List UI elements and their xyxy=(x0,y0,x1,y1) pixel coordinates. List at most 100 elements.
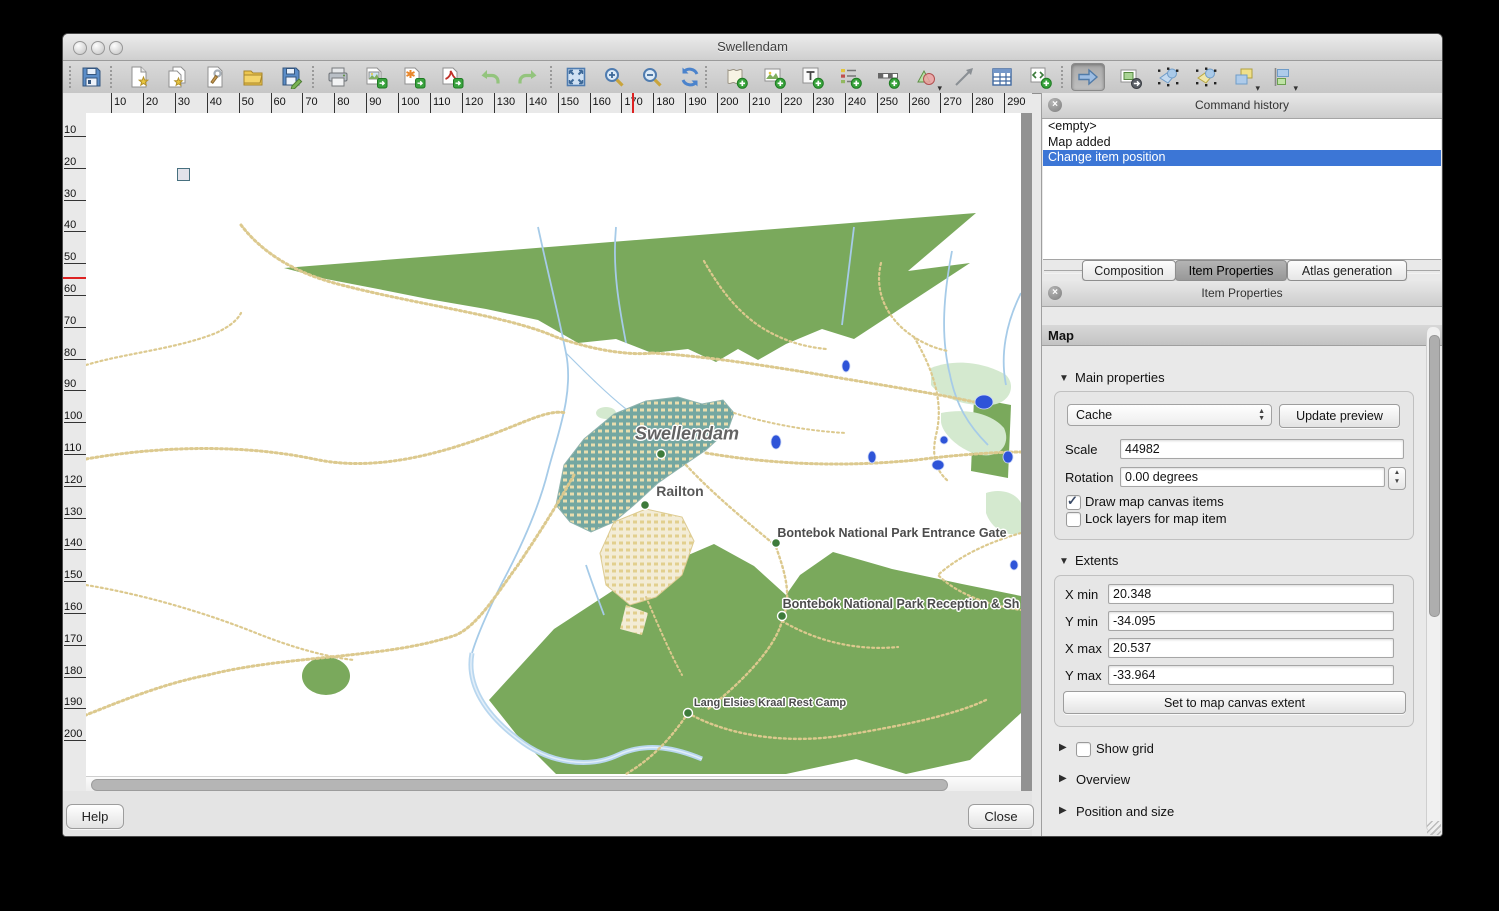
add-legend-button[interactable] xyxy=(835,63,865,91)
extent-y-min-input[interactable] xyxy=(1108,611,1394,631)
refresh-view-button[interactable] xyxy=(675,63,705,91)
zoom-in-button[interactable] xyxy=(599,63,629,91)
ruler-tick xyxy=(64,327,86,328)
overview-disclosure[interactable]: ▶ xyxy=(1059,773,1067,784)
command-history-list[interactable]: <empty>Map addedChange item position xyxy=(1043,119,1441,260)
ruler-tick xyxy=(749,93,750,113)
ruler-tick xyxy=(813,93,814,113)
update-preview-button[interactable]: Update preview xyxy=(1279,404,1400,428)
add-basic-shape-button[interactable]: ▾ xyxy=(911,63,941,91)
add-label-button[interactable] xyxy=(797,63,827,91)
tab-item-properties[interactable]: Item Properties xyxy=(1175,260,1287,281)
ruler-tick-label: 260 xyxy=(912,96,930,108)
rotation-label: Rotation xyxy=(1065,470,1113,485)
ruler-tick-label: 170 xyxy=(624,96,642,108)
canvas-horizontal-scrollbar-thumb[interactable] xyxy=(91,779,948,791)
export-svg-button[interactable] xyxy=(399,63,429,91)
ruler-tick-label: 150 xyxy=(64,569,85,581)
add-html-frame-button[interactable] xyxy=(1025,63,1055,91)
ruler-tick xyxy=(302,93,303,113)
set-to-map-canvas-extent-button[interactable]: Set to map canvas extent xyxy=(1063,691,1406,714)
show-grid-disclosure[interactable]: ▶ xyxy=(1059,742,1067,753)
help-button[interactable]: Help xyxy=(66,804,124,829)
ruler-tick xyxy=(653,93,654,113)
ruler-tick-label: 190 xyxy=(688,96,706,108)
command-history-item[interactable]: Map added xyxy=(1043,135,1441,151)
tab-atlas-generation[interactable]: Atlas generation xyxy=(1287,260,1407,281)
ruler-tick xyxy=(64,231,86,232)
show-grid-checkbox[interactable] xyxy=(1076,742,1091,757)
composition-manager-button[interactable] xyxy=(200,63,230,91)
rotation-input[interactable] xyxy=(1120,467,1385,487)
paper[interactable]: SwellendamRailtonBontebok National Park … xyxy=(86,113,1021,776)
raise-selected-items-button[interactable]: ▾ xyxy=(1229,63,1259,91)
add-image-button[interactable] xyxy=(759,63,789,91)
zoom-full-button[interactable] xyxy=(561,63,591,91)
panel-scrollbar-thumb[interactable] xyxy=(1429,335,1440,617)
composition-canvas[interactable]: SwellendamRailtonBontebok National Park … xyxy=(86,113,1032,791)
save-button[interactable] xyxy=(76,63,106,91)
close-button[interactable]: Close xyxy=(968,804,1034,829)
extent-y-max-input[interactable] xyxy=(1108,665,1394,685)
extent-x-min-input[interactable] xyxy=(1108,584,1394,604)
align-selected-items-button[interactable]: ▾ xyxy=(1267,63,1297,91)
main-properties-disclosure[interactable]: ▼ xyxy=(1059,373,1069,384)
extent-x-max-input[interactable] xyxy=(1108,638,1394,658)
add-attribute-table-button[interactable] xyxy=(987,63,1017,91)
add-scalebar-button[interactable] xyxy=(873,63,903,91)
print-button[interactable] xyxy=(323,63,353,91)
tab-composition[interactable]: Composition xyxy=(1082,260,1176,281)
export-image-button[interactable] xyxy=(361,63,391,91)
resize-grip-icon[interactable] xyxy=(1427,821,1441,835)
canvas-horizontal-scrollbar[interactable] xyxy=(86,776,1021,792)
dialog-footer: Help Close xyxy=(63,791,1032,836)
new-composition-button[interactable] xyxy=(124,63,154,91)
composer-label-item[interactable] xyxy=(177,168,190,181)
ruler-tick xyxy=(64,613,86,614)
map-place-label: Railton xyxy=(656,483,703,499)
ruler-tick xyxy=(64,136,86,137)
ruler-tick-label: 40 xyxy=(64,219,85,231)
ruler-tick xyxy=(462,93,463,113)
ungroup-items-button[interactable] xyxy=(1191,63,1221,91)
position-and-size-disclosure[interactable]: ▶ xyxy=(1059,805,1067,816)
select-move-item-button[interactable] xyxy=(1071,63,1105,91)
undo-button[interactable] xyxy=(475,63,505,91)
ruler-tick xyxy=(64,422,86,423)
redo-button[interactable] xyxy=(513,63,543,91)
rotation-spinner[interactable]: ▲▼ xyxy=(1388,467,1406,490)
duplicate-composition-button[interactable] xyxy=(162,63,192,91)
command-history-header: × Command history xyxy=(1042,93,1442,119)
scale-input[interactable] xyxy=(1120,439,1404,459)
draw-map-canvas-items-checkbox[interactable] xyxy=(1066,495,1081,510)
add-new-map-button[interactable] xyxy=(721,63,751,91)
ruler-tick xyxy=(621,93,622,113)
save-as-button[interactable] xyxy=(276,63,306,91)
ruler-tick-label: 30 xyxy=(178,96,190,108)
open-folder-button[interactable] xyxy=(238,63,268,91)
command-history-item[interactable]: Change item position xyxy=(1043,150,1441,166)
add-arrow-button[interactable] xyxy=(949,63,979,91)
ruler-tick-label: 90 xyxy=(64,378,85,390)
extents-disclosure[interactable]: ▼ xyxy=(1059,556,1069,567)
toolbar-separator xyxy=(705,66,707,88)
export-pdf-button[interactable] xyxy=(437,63,467,91)
preview-mode-select[interactable]: Cache ▲▼ xyxy=(1067,404,1272,426)
ruler-tick xyxy=(940,93,941,113)
ruler-tick xyxy=(1004,93,1005,113)
zoom-out-button[interactable] xyxy=(637,63,667,91)
panel-scrollbar[interactable] xyxy=(1426,327,1440,832)
move-item-content-button[interactable] xyxy=(1115,63,1145,91)
lock-layers-checkbox[interactable] xyxy=(1066,512,1081,527)
extent-field-label: Y min xyxy=(1065,614,1098,629)
ruler-tick xyxy=(64,390,86,391)
command-history-title: Command history xyxy=(1042,98,1442,112)
combo-arrows-icon: ▲▼ xyxy=(1258,408,1265,422)
group-items-button[interactable] xyxy=(1153,63,1183,91)
ruler-tick xyxy=(845,93,846,113)
command-history-item[interactable]: <empty> xyxy=(1043,119,1441,135)
ruler-tick xyxy=(366,93,367,113)
ruler-tick xyxy=(398,93,399,113)
ruler-tick-label: 20 xyxy=(64,156,85,168)
ruler-tick xyxy=(143,93,144,113)
